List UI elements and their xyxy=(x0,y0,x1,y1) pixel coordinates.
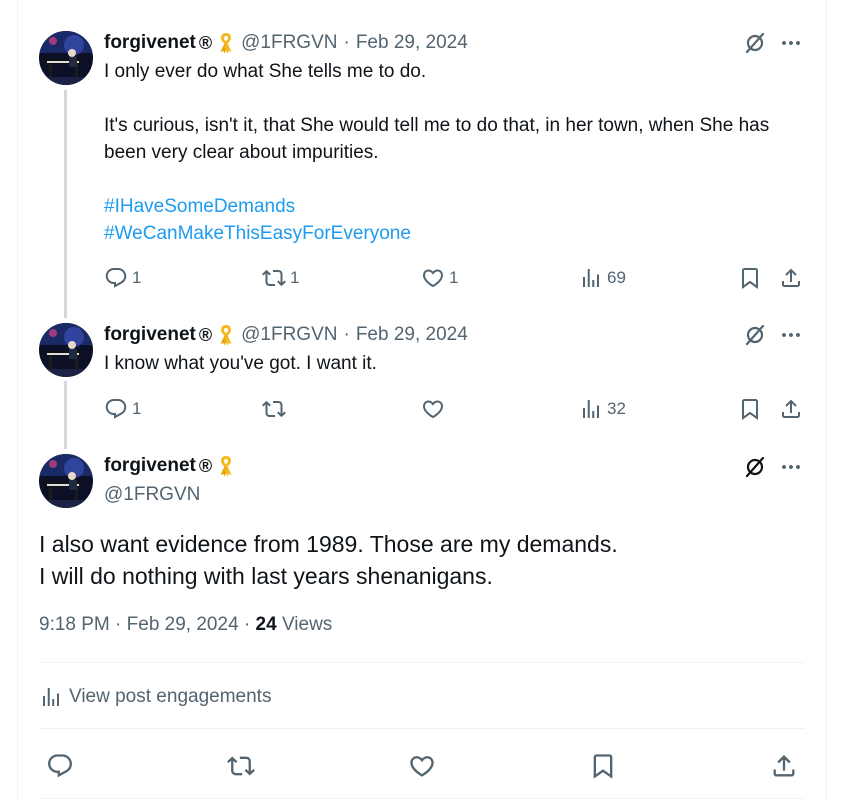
registered-mark: ® xyxy=(198,32,213,53)
views-count: 24 xyxy=(255,614,277,635)
reply-count: 1 xyxy=(132,399,142,418)
user-handle[interactable]: @1FRGVN xyxy=(104,484,200,506)
bookmark-button[interactable] xyxy=(738,397,762,421)
grok-icon[interactable] xyxy=(743,323,767,347)
avatar[interactable] xyxy=(39,31,93,85)
more-icon[interactable] xyxy=(779,455,803,479)
like-button[interactable]: 1 xyxy=(421,266,458,290)
views-icon xyxy=(579,397,603,421)
more-icon[interactable] xyxy=(779,31,803,55)
separator: · xyxy=(343,324,350,345)
tweet-time[interactable]: 9:18 PM xyxy=(39,614,110,635)
tweet-line: I will do nothing with last years shenan… xyxy=(39,563,493,589)
views-label: Views xyxy=(281,614,333,635)
repost-count: 1 xyxy=(290,268,300,287)
share-button[interactable] xyxy=(779,266,803,290)
grok-icon[interactable] xyxy=(743,31,767,55)
main-author: forgivenet ® xyxy=(104,455,234,477)
tweet-paragraph: I know what you've got. I want it. xyxy=(104,353,377,374)
view-engagements-link[interactable]: View post engagements xyxy=(39,685,271,709)
share-button[interactable] xyxy=(770,752,798,780)
bookmark-icon xyxy=(589,752,617,780)
tweet-header: forgivenet ® @1FRGVN · Feb 29, 2024 xyxy=(104,323,468,347)
bookmark-button[interactable] xyxy=(738,266,762,290)
reply-icon xyxy=(104,266,128,290)
repost-button[interactable] xyxy=(227,752,255,780)
bookmark-icon xyxy=(738,266,762,290)
hashtag-link[interactable]: #WeCanMakeThisEasyForEveryone xyxy=(104,220,804,247)
hashtag-link[interactable]: #IHaveSomeDemands xyxy=(104,193,804,220)
repost-icon xyxy=(262,397,286,421)
separator: · xyxy=(343,32,350,53)
user-handle[interactable]: @1FRGVN xyxy=(241,324,337,346)
divider xyxy=(39,798,805,799)
reply-count: 1 xyxy=(132,268,142,287)
share-icon xyxy=(779,397,803,421)
views-button[interactable]: 32 xyxy=(579,397,626,421)
bookmark-button[interactable] xyxy=(589,752,617,780)
tweet-paragraph: It's curious, isn't it, that She would t… xyxy=(104,115,770,163)
like-icon xyxy=(421,397,445,421)
display-name[interactable]: forgivenet xyxy=(104,455,196,477)
ribbon-icon xyxy=(218,324,234,346)
avatar[interactable] xyxy=(39,454,93,508)
views-icon xyxy=(39,685,63,709)
views-count: 32 xyxy=(607,399,626,418)
avatar[interactable] xyxy=(39,323,93,377)
views-count: 69 xyxy=(607,268,626,287)
more-icon[interactable] xyxy=(779,323,803,347)
display-name[interactable]: forgivenet xyxy=(104,324,196,346)
reply-icon xyxy=(104,397,128,421)
repost-button[interactable]: 1 xyxy=(262,266,299,290)
tweet-date[interactable]: Feb 29, 2024 xyxy=(356,324,468,346)
tweet-text: I only ever do what She tells me to do. … xyxy=(104,58,804,247)
tweet-meta: 9:18 PM · Feb 29, 2024 · 24 Views xyxy=(39,614,332,636)
share-button[interactable] xyxy=(779,397,803,421)
display-name[interactable]: forgivenet xyxy=(104,32,196,54)
separator: · xyxy=(243,614,251,635)
like-button[interactable] xyxy=(408,752,436,780)
like-icon xyxy=(421,266,445,290)
divider xyxy=(39,662,805,663)
like-icon xyxy=(408,752,436,780)
reply-icon xyxy=(46,752,74,780)
views-icon xyxy=(579,266,603,290)
tweet-date[interactable]: Feb 29, 2024 xyxy=(127,614,239,635)
user-handle[interactable]: @1FRGVN xyxy=(241,32,337,54)
reply-button[interactable]: 1 xyxy=(104,266,141,290)
reply-button[interactable]: 1 xyxy=(104,397,141,421)
engagements-label: View post engagements xyxy=(69,686,272,707)
tweet-text: I know what you've got. I want it. xyxy=(104,350,804,377)
thread-line xyxy=(64,381,67,449)
repost-button[interactable] xyxy=(262,397,286,421)
thread-line xyxy=(64,90,67,318)
main-tweet-text: I also want evidence from 1989. Those ar… xyxy=(39,528,799,592)
tweet-header: forgivenet ® @1FRGVN · Feb 29, 2024 xyxy=(104,31,468,55)
separator: · xyxy=(115,614,122,635)
grok-icon[interactable] xyxy=(743,455,767,479)
registered-mark: ® xyxy=(198,324,213,345)
ribbon-icon xyxy=(218,455,234,477)
divider xyxy=(39,728,805,729)
reply-button[interactable] xyxy=(46,752,74,780)
like-count: 1 xyxy=(449,268,459,287)
tweet-line: I also want evidence from 1989. Those ar… xyxy=(39,531,618,557)
tweet-date[interactable]: Feb 29, 2024 xyxy=(356,32,468,54)
tweet-paragraph: I only ever do what She tells me to do. xyxy=(104,61,427,82)
repost-icon xyxy=(227,752,255,780)
ribbon-icon xyxy=(218,32,234,54)
repost-icon xyxy=(262,266,286,290)
share-icon xyxy=(779,266,803,290)
bookmark-icon xyxy=(738,397,762,421)
views-button[interactable]: 69 xyxy=(579,266,626,290)
share-icon xyxy=(770,752,798,780)
like-button[interactable] xyxy=(421,397,445,421)
registered-mark: ® xyxy=(198,455,213,476)
